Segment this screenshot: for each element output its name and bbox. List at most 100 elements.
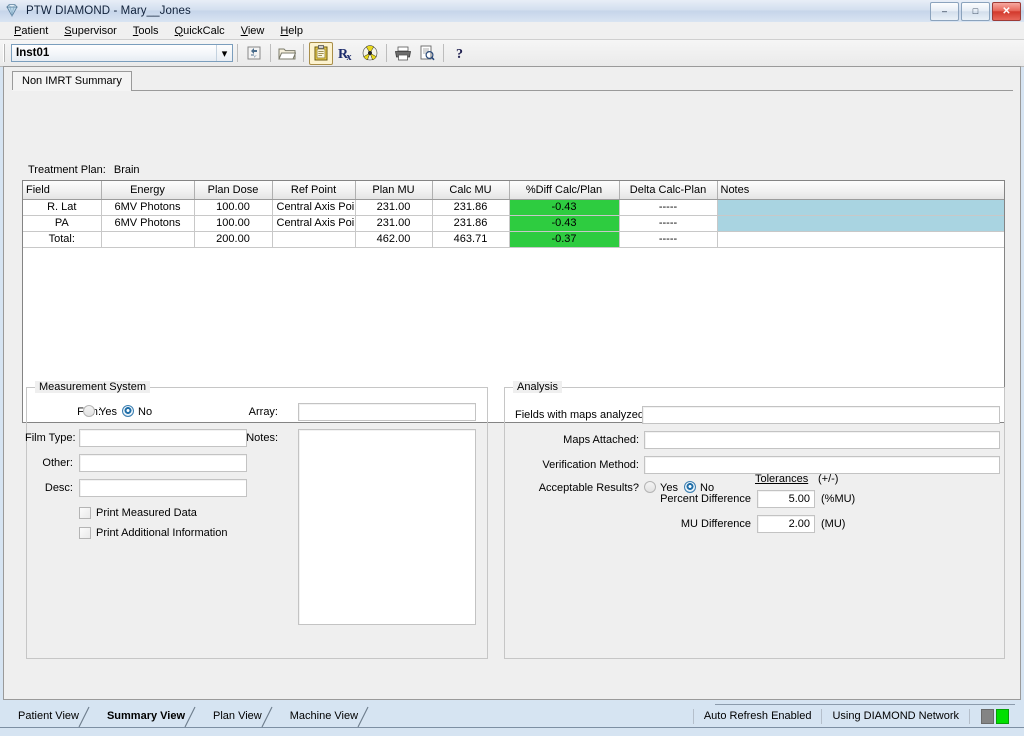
close-button[interactable]: ✕ xyxy=(992,2,1021,21)
print-icon[interactable] xyxy=(392,43,414,64)
chevron-down-icon[interactable]: ▾ xyxy=(216,45,232,61)
print-measured-data-label: Print Measured Data xyxy=(96,507,197,519)
mu-difference-input[interactable]: 2.00 xyxy=(757,515,815,533)
col-pct-diff[interactable]: %Diff Calc/Plan xyxy=(509,181,620,200)
clipboard-icon[interactable] xyxy=(309,41,333,65)
acceptable-no-radio[interactable] xyxy=(684,481,696,493)
cell-pct-diff: -0.43 xyxy=(509,215,620,232)
bottom-tab-label: Summary View xyxy=(106,710,186,722)
cell-delta: ----- xyxy=(619,231,718,248)
radiation-icon[interactable] xyxy=(359,43,381,64)
bottom-tab-plan-view[interactable]: Plan View xyxy=(197,706,274,728)
mu-difference-unit: (MU) xyxy=(821,518,846,530)
tab-slash-icon xyxy=(356,706,370,728)
window-controls: – □ ✕ xyxy=(930,2,1021,21)
menu-item-patient[interactable]: Patient xyxy=(6,24,56,38)
menu-label-view: iew xyxy=(247,24,265,37)
help-icon[interactable]: ? xyxy=(449,43,471,64)
menu-item-help[interactable]: Help xyxy=(272,24,311,38)
minimize-button[interactable]: – xyxy=(930,2,959,21)
cell-plan-mu: 231.00 xyxy=(355,199,433,216)
maps-attached-label: Maps Attached: xyxy=(563,434,639,446)
other-input[interactable] xyxy=(79,454,247,472)
menu-item-supervisor[interactable]: Supervisor xyxy=(56,24,125,38)
table-row-total[interactable]: Total: 200.00 462.00 463.71 -0.37 ----- xyxy=(23,231,1004,248)
table-row[interactable]: PA 6MV Photons 100.00 Central Axis Poi..… xyxy=(23,215,1004,232)
cell-calc-mu: 231.86 xyxy=(432,215,510,232)
cell-energy: 6MV Photons xyxy=(101,199,195,216)
cell-notes[interactable] xyxy=(717,199,1004,216)
cell-plan-dose: 200.00 xyxy=(194,231,273,248)
col-notes[interactable]: Notes xyxy=(717,181,1004,200)
array-input[interactable] xyxy=(298,403,476,421)
bottom-tab-machine-view[interactable]: Machine View xyxy=(274,706,370,728)
maximize-button[interactable]: □ xyxy=(961,2,990,21)
cell-pct-diff: -0.37 xyxy=(509,231,620,248)
toolbar-separator xyxy=(386,44,387,62)
cell-energy: 6MV Photons xyxy=(101,215,195,232)
bottom-tab-label: Patient View xyxy=(18,710,79,722)
status-bar: Auto Refresh Enabled Using DIAMOND Netwo… xyxy=(692,706,1024,727)
maximize-icon: □ xyxy=(972,6,979,16)
col-ref-point[interactable]: Ref Point xyxy=(272,181,356,200)
cell-field: R. Lat xyxy=(23,199,102,216)
col-energy[interactable]: Energy xyxy=(101,181,195,200)
bottom-tab-label: Machine View xyxy=(289,710,359,722)
menu-item-tools[interactable]: Tools xyxy=(125,24,167,38)
cell-ref-point: Central Axis Poi.. xyxy=(272,215,356,232)
toolbar-separator xyxy=(237,44,238,62)
bottom-tab-summary-view[interactable]: Summary View xyxy=(91,706,197,728)
tab-slash-icon xyxy=(183,706,197,728)
status-auto-refresh: Auto Refresh Enabled xyxy=(692,709,822,724)
open-folder-icon[interactable] xyxy=(276,43,298,64)
table-body: R. Lat 6MV Photons 100.00 Central Axis P… xyxy=(23,199,1004,248)
notes-textarea[interactable] xyxy=(298,429,476,625)
menu-item-quickcalc[interactable]: QuickCalc xyxy=(167,24,233,38)
cell-calc-mu: 463.71 xyxy=(432,231,510,248)
menu-label-supervisor: upervisor xyxy=(71,24,117,37)
cell-notes[interactable] xyxy=(717,231,1004,248)
col-field[interactable]: Field xyxy=(23,181,102,200)
table-row[interactable]: R. Lat 6MV Photons 100.00 Central Axis P… xyxy=(23,199,1004,216)
refresh-sync-icon[interactable] xyxy=(243,43,265,64)
verification-method-input[interactable] xyxy=(644,456,1000,474)
analysis-group: Analysis Fields with maps analyzed: Maps… xyxy=(504,381,1005,659)
percent-difference-input[interactable]: 5.00 xyxy=(757,490,815,508)
cell-notes[interactable] xyxy=(717,215,1004,232)
toolbar-grip[interactable] xyxy=(3,44,7,62)
col-delta[interactable]: Delta Calc-Plan xyxy=(619,181,718,200)
tab-non-imrt-summary[interactable]: Non IMRT Summary xyxy=(12,71,132,91)
film-no-radio[interactable] xyxy=(122,405,134,417)
desc-input[interactable] xyxy=(79,479,247,497)
measurement-system-legend: Measurement System xyxy=(35,381,150,393)
maps-attached-input[interactable] xyxy=(644,431,1000,449)
measurement-system-group: Measurement System Film: Yes No Film Typ… xyxy=(25,381,488,659)
acceptable-results-label: Acceptable Results? xyxy=(538,482,639,494)
percent-difference-unit: (%MU) xyxy=(821,493,856,505)
bottom-bar: Patient View Summary View Plan View Mach… xyxy=(0,702,1024,731)
col-plan-dose[interactable]: Plan Dose xyxy=(194,181,273,200)
verification-method-label: Verification Method: xyxy=(542,459,639,471)
print-measured-data-checkbox[interactable] xyxy=(79,507,91,519)
print-additional-info-checkbox[interactable] xyxy=(79,527,91,539)
tab-slash-icon xyxy=(260,706,274,728)
cell-energy xyxy=(101,231,195,248)
prescription-rx-icon[interactable]: R x xyxy=(335,43,357,64)
cell-field: PA xyxy=(23,215,102,232)
print-additional-info-label: Print Additional Information xyxy=(96,527,228,539)
bottom-tab-patient-view[interactable]: Patient View xyxy=(2,706,91,728)
film-type-input[interactable] xyxy=(79,429,247,447)
institution-combo[interactable]: Inst01 ▾ xyxy=(11,44,233,62)
percent-difference-label: Percent Difference xyxy=(660,493,751,505)
col-plan-mu[interactable]: Plan MU xyxy=(355,181,433,200)
film-yes-radio[interactable] xyxy=(83,405,95,417)
menu-item-view[interactable]: View xyxy=(233,24,273,38)
tab-underline-mask xyxy=(12,90,123,91)
col-calc-mu[interactable]: Calc MU xyxy=(432,181,510,200)
cell-ref-point: Central Axis Poi.. xyxy=(272,199,356,216)
acceptable-yes-radio[interactable] xyxy=(644,481,656,493)
fields-maps-analyzed-input[interactable] xyxy=(642,406,1000,424)
print-preview-icon[interactable] xyxy=(416,43,438,64)
summary-table: Field Energy Plan Dose Ref Point Plan MU… xyxy=(23,181,1004,248)
treatment-plan-row: Treatment Plan: Brain xyxy=(28,164,140,176)
